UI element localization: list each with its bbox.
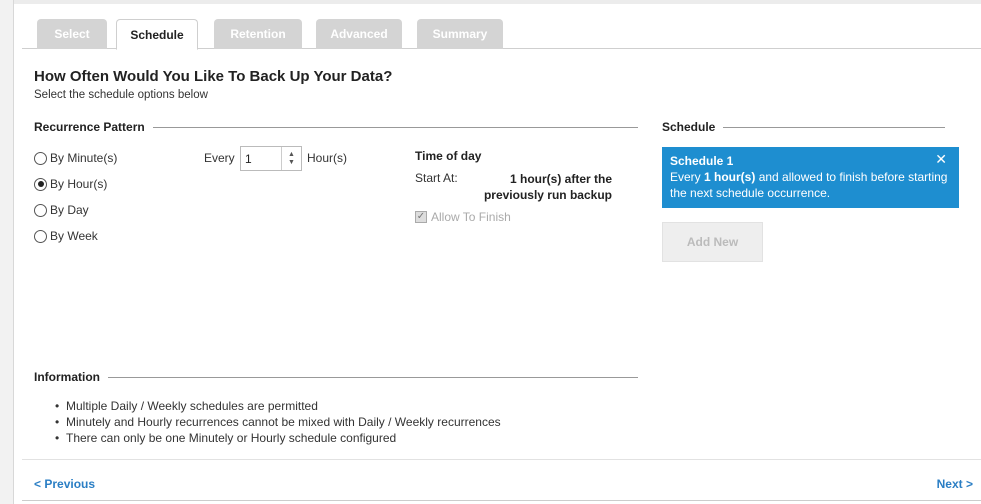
tab-select[interactable]: Select (37, 19, 107, 49)
interval-stepper[interactable]: ▲ ▼ (240, 146, 302, 171)
recurrence-pattern-label: Recurrence Pattern (34, 120, 145, 134)
page-subtitle: Select the schedule options below (34, 89, 208, 101)
radio-circle[interactable] (34, 203, 47, 217)
information-list: Multiple Daily / Weekly schedules are pe… (55, 398, 501, 446)
radio-label: By Week (50, 229, 98, 243)
divider (152, 126, 638, 128)
schedule-card-title: Schedule 1 (670, 154, 734, 168)
start-at-value-line1: 1 hour(s) after the (509, 172, 612, 186)
divider (108, 376, 638, 378)
radio-by-hour[interactable]: By Hour(s) (34, 177, 107, 191)
radio-by-day[interactable]: By Day (34, 203, 89, 217)
interval-input[interactable] (241, 147, 281, 170)
schedule-card-text: Every 1 hour(s) and allowed to finish be… (670, 170, 948, 200)
allow-to-finish-checkbox[interactable]: ✓ Allow To Finish (415, 210, 511, 224)
close-icon[interactable]: ✕ (935, 151, 947, 167)
stepper-down-icon[interactable]: ▼ (288, 159, 295, 167)
list-item: There can only be one Minutely or Hourly… (55, 430, 501, 446)
list-item: Minutely and Hourly recurrences cannot b… (55, 414, 501, 430)
information-label: Information (34, 370, 100, 384)
tab-advanced[interactable]: Advanced (316, 19, 402, 49)
page-title: How Often Would You Like To Back Up Your… (34, 68, 393, 85)
information-heading: Information (34, 370, 638, 384)
top-border (14, 0, 981, 4)
allow-to-finish-label: Allow To Finish (431, 210, 511, 224)
schedule-heading-label: Schedule (662, 120, 716, 134)
start-at-label: Start At: (415, 171, 458, 185)
tab-schedule[interactable]: Schedule (116, 19, 198, 50)
wizard-tab-bar: Select Schedule Retention Advanced Summa… (22, 19, 981, 50)
unit-label: Hour(s) (307, 151, 348, 165)
stepper-arrows[interactable]: ▲ ▼ (281, 147, 301, 170)
stepper-up-icon[interactable]: ▲ (288, 151, 295, 159)
every-label: Every (204, 151, 235, 165)
radio-circle[interactable] (34, 151, 47, 165)
tab-retention[interactable]: Retention (214, 19, 302, 49)
bottom-border (22, 500, 981, 501)
schedule-card[interactable]: Schedule 1 Every 1 hour(s) and allowed t… (662, 147, 959, 208)
divider (723, 126, 945, 128)
next-button[interactable]: Next > (937, 477, 973, 491)
start-at-value-line2: previously run backup (483, 188, 612, 202)
time-of-day-title: Time of day (415, 149, 482, 163)
radio-label: By Hour(s) (50, 177, 108, 191)
footer-divider (22, 459, 981, 460)
add-new-button[interactable]: Add New (662, 222, 763, 262)
radio-label: By Minute(s) (50, 151, 118, 165)
tab-summary[interactable]: Summary (417, 19, 503, 49)
list-item: Multiple Daily / Weekly schedules are pe… (55, 398, 501, 414)
previous-button[interactable]: < Previous (34, 477, 95, 491)
radio-circle[interactable] (34, 229, 47, 243)
start-at-value: 1 hour(s) after the previously run backu… (467, 171, 612, 203)
left-border (0, 0, 14, 504)
radio-circle-selected[interactable] (34, 177, 47, 191)
radio-by-week[interactable]: By Week (34, 229, 98, 243)
checkbox-checked-icon[interactable]: ✓ (415, 211, 427, 223)
recurrence-pattern-heading: Recurrence Pattern (34, 120, 638, 134)
radio-label: By Day (50, 203, 89, 217)
radio-by-minute[interactable]: By Minute(s) (34, 151, 117, 165)
schedule-heading: Schedule (662, 120, 945, 134)
